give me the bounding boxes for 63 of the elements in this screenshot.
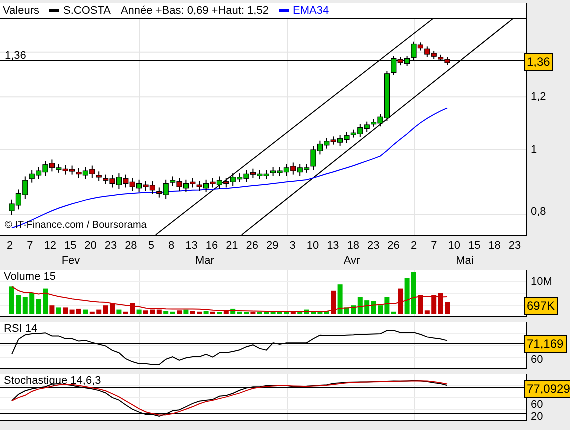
date-label: 29 — [265, 240, 280, 253]
date-label: 15 — [467, 240, 482, 253]
last-value-badge: 1,36 — [524, 53, 554, 71]
date-label: 13 — [326, 240, 340, 253]
axis-label: 1 — [531, 144, 538, 156]
legend-label: S.COSTA — [63, 4, 111, 18]
last-value-badge: 697K — [524, 297, 558, 315]
date-label: 13 — [184, 240, 199, 253]
date-label: 23 — [104, 240, 118, 253]
date-label: 10 — [447, 240, 462, 253]
volume-bar — [144, 310, 148, 314]
indicator-title: Stochastique 14,6,3 — [4, 375, 102, 388]
volume-bar — [445, 302, 450, 314]
month-label: Avr — [342, 255, 362, 268]
volume-bar — [110, 304, 115, 314]
volume-bar — [43, 288, 48, 314]
month-label: Fev — [60, 255, 82, 268]
axis-label: 20 — [531, 411, 544, 423]
month-label: Mai — [455, 255, 475, 268]
date-label: 10 — [306, 240, 320, 253]
date-label: 28 — [124, 240, 138, 253]
date-label: 2 — [410, 240, 418, 253]
header-text: Valeurs — [3, 4, 40, 18]
axis-label: 10M — [531, 276, 552, 288]
volume-bar — [412, 272, 416, 314]
indicator-title: RSI 14 — [4, 323, 38, 336]
volume-bar — [311, 312, 316, 314]
volume-bar — [210, 312, 216, 314]
indicator-title: Volume 15 — [4, 271, 56, 284]
date-label: 23 — [508, 240, 522, 253]
date-label: 18 — [488, 240, 502, 253]
month-label: Mar — [194, 255, 216, 268]
axis-label: 1,2 — [531, 91, 546, 103]
date-label: 7 — [26, 240, 34, 253]
date-label: 12 — [43, 240, 58, 253]
date-label: 7 — [430, 240, 438, 253]
level-label: 1,36 — [5, 50, 26, 62]
volume-bar — [76, 308, 82, 314]
last-value-badge: 71,169 — [524, 335, 567, 353]
volume-bar — [177, 310, 182, 314]
date-label: 3 — [288, 240, 297, 253]
date-label: 20 — [84, 240, 98, 253]
date-label: 18 — [346, 240, 361, 253]
axis-label: 60 — [531, 354, 544, 366]
axis-label: 60 — [531, 399, 544, 411]
date-label: 5 — [147, 240, 156, 253]
date-label: 26 — [386, 240, 401, 253]
date-label: 2 — [6, 240, 14, 253]
legend-label: EMA34 — [292, 4, 330, 18]
date-label: 16 — [204, 240, 220, 253]
date-label: 21 — [225, 240, 240, 253]
axis-label: 0,8 — [531, 206, 546, 218]
copyright-text: © IT-Finance.com / Boursorama — [5, 220, 147, 232]
header-text: Année +Bas: 0,69 +Haut: 1,52 — [120, 4, 269, 18]
date-label: 15 — [63, 240, 78, 253]
last-value-badge: 77,0929 — [524, 380, 570, 398]
volume-bar — [10, 286, 14, 314]
volume-bar — [344, 308, 350, 314]
date-label: 8 — [168, 240, 176, 253]
date-label: 23 — [366, 240, 381, 253]
volume-bar — [278, 312, 282, 314]
date-label: 26 — [245, 240, 260, 253]
volume-bar — [378, 306, 383, 314]
